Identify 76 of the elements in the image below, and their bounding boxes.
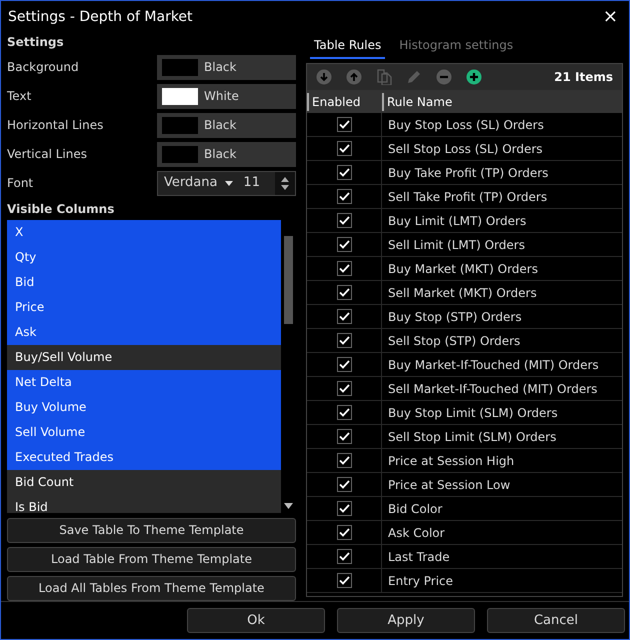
setting-label: Horizontal Lines [7,117,104,134]
table-cell-text: Sell Stop Loss (SL) Orders [387,140,544,158]
table-cell-text: Sell Market-If-Touched (MIT) Orders [387,380,598,398]
list-item[interactable]: Executed Trades [7,444,281,470]
checkbox[interactable] [336,165,352,180]
table-cell-text: Buy Market-If-Touched (MIT) Orders [387,356,600,374]
table-cell-text: Ask Color [387,524,446,542]
checkbox[interactable] [336,405,352,420]
list-item[interactable]: Sell Volume [7,420,281,445]
checkbox[interactable] [336,309,352,324]
checkbox[interactable] [336,285,352,300]
scroll-thumb[interactable] [284,236,293,324]
table-cell-text: Buy Take Profit (TP) Orders [387,164,550,182]
checkbox[interactable] [336,213,352,228]
item-count: 21 Items [554,69,613,86]
table-cell-text: Last Trade [387,548,451,566]
section-heading: Settings [7,34,65,51]
dialog-button[interactable]: Cancel [487,608,625,633]
setting-label: Text [7,88,32,106]
window-title: Settings - Depth of Market [8,8,193,26]
color-picker[interactable]: Black [157,142,296,167]
checkbox[interactable] [336,477,352,492]
list-item[interactable]: Buy Volume [7,394,281,420]
template-button[interactable]: Save Table To Theme Template [7,518,296,543]
template-button[interactable]: Load Table From Theme Template [7,546,296,572]
checkbox[interactable] [336,141,352,156]
table-cell-text: Price at Session High [387,452,516,470]
column-header[interactable]: Enabled [307,92,382,110]
color-picker[interactable]: White [157,84,296,109]
table-cell-text: Buy Stop (STP) Orders [387,308,523,326]
table-cell-text: Bid Color [387,500,444,518]
checkbox[interactable] [336,237,352,252]
table-cell-text: Buy Stop Loss (SL) Orders [387,116,545,134]
table-cell-text: Buy Limit (LMT) Orders [387,212,528,230]
section-heading: Visible Columns [7,200,116,218]
table-cell-text: Price at Session Low [387,476,512,494]
checkbox[interactable] [336,429,352,444]
table-cell-text: Buy Stop Limit (SLM) Orders [387,404,559,422]
dialog-button[interactable]: Apply [337,608,475,633]
list-item[interactable]: Qty [7,244,281,270]
checkbox[interactable] [336,501,352,516]
table-cell-text: Entry Price [387,572,454,590]
table-cell-text: Buy Market (MKT) Orders [387,260,539,278]
checkbox[interactable] [336,525,352,540]
checkbox[interactable] [336,549,352,564]
table-cell-text: Sell Take Profit (TP) Orders [387,188,548,206]
checkbox[interactable] [336,357,352,372]
list-item[interactable]: Net Delta [7,370,281,395]
table-cell-text: Sell Market (MKT) Orders [387,284,538,302]
list-item[interactable]: X [7,220,281,245]
list-item[interactable]: Price [7,294,281,320]
checkbox[interactable] [336,573,352,588]
close-button[interactable]: × [598,8,622,26]
list-item[interactable]: Bid [7,270,281,295]
template-button[interactable]: Load All Tables From Theme Template [7,576,296,601]
plus-icon[interactable] [466,69,482,85]
list-item[interactable]: Ask [7,320,281,345]
setting-label: Background [7,59,80,76]
color-picker[interactable]: Black [157,112,296,138]
color-picker[interactable]: Black [157,54,296,80]
setting-label: Font [7,175,34,192]
checkbox[interactable] [336,261,352,276]
checkbox[interactable] [336,453,352,468]
table-cell-text: Sell Limit (LMT) Orders [387,236,526,254]
checkbox[interactable] [336,117,352,132]
column-header[interactable]: Rule Name [382,92,622,110]
scroll-down-icon[interactable] [284,502,293,509]
tab[interactable]: Histogram settings [395,36,518,59]
checkbox[interactable] [336,333,352,348]
table-cell-text: Sell Stop Limit (SLM) Orders [387,428,558,446]
table-cell-text: Sell Stop (STP) Orders [387,332,522,350]
checkbox[interactable] [336,381,352,396]
dialog-button[interactable]: Ok [187,608,325,633]
setting-label: Vertical Lines [7,146,88,164]
tab[interactable]: Table Rules [310,36,386,59]
checkbox[interactable] [336,189,352,204]
